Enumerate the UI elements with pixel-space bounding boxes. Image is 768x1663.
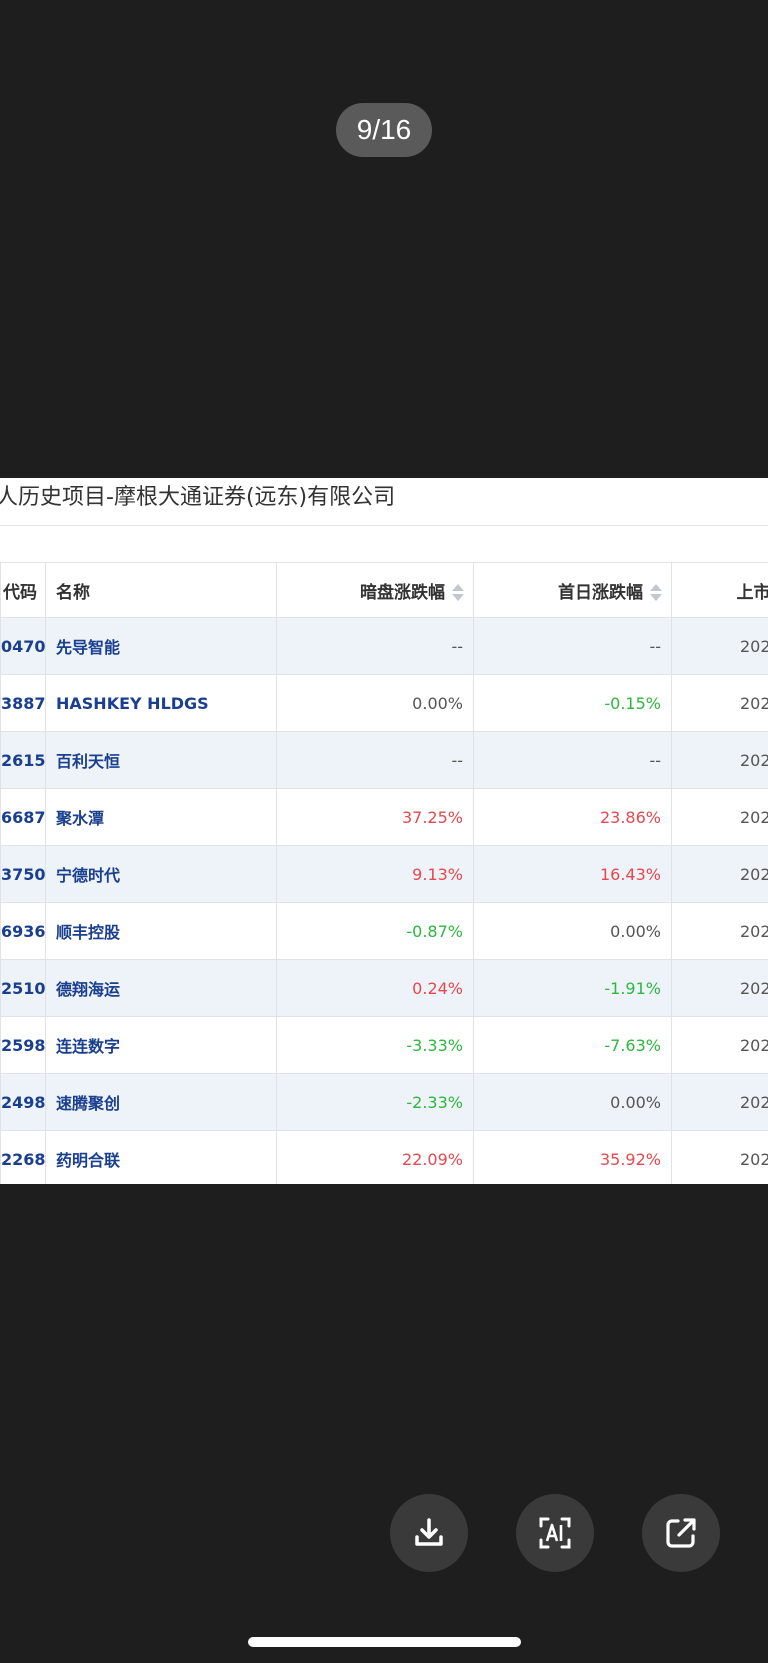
dark-pool-change: 0.24% [276, 959, 474, 1017]
first-day-change: 35.92% [473, 1130, 672, 1184]
table-row[interactable]: 2498 速腾聚创 -2.33% 0.00% 202 [0, 1073, 768, 1131]
table-row[interactable]: 6687 聚水潭 37.25% 23.86% 202 [0, 788, 768, 846]
dark-pool-change: 22.09% [276, 1130, 474, 1184]
table-row[interactable]: 2268 药明合联 22.09% 35.92% 202 [0, 1130, 768, 1184]
dark-pool-change: -3.33% [276, 1016, 474, 1074]
share-button[interactable] [642, 1494, 720, 1572]
ai-scan-icon [539, 1517, 571, 1549]
listing-date: 202 [671, 731, 768, 789]
stock-name[interactable]: 百利天恒 [45, 731, 277, 789]
first-day-change: 23.86% [473, 788, 672, 846]
column-header-first-day-change[interactable]: 首日涨跌幅 [473, 562, 672, 618]
listing-date: 202 [671, 617, 768, 675]
first-day-change: 0.00% [473, 1073, 672, 1131]
stock-code: 2598 [0, 1016, 46, 1074]
first-day-change: 0.00% [473, 902, 672, 960]
stock-code: 2510 [0, 959, 46, 1017]
dark-pool-change: 9.13% [276, 845, 474, 903]
first-day-change: -- [473, 617, 672, 675]
stock-name[interactable]: 速腾聚创 [45, 1073, 277, 1131]
stock-code: 6936 [0, 902, 46, 960]
column-header-dark-pool-change[interactable]: 暗盘涨跌幅 [276, 562, 474, 618]
stock-name[interactable]: 连连数字 [45, 1016, 277, 1074]
listing-date: 202 [671, 788, 768, 846]
stock-name[interactable]: 药明合联 [45, 1130, 277, 1184]
page-counter: 9/16 [336, 103, 432, 157]
table-title: 人历史项目-摩根大通证券(远东)有限公司 [0, 485, 396, 510]
ai-text-button[interactable] [516, 1494, 594, 1572]
table-row[interactable]: 2510 德翔海运 0.24% -1.91% 202 [0, 959, 768, 1017]
listing-date: 202 [671, 959, 768, 1017]
stock-name[interactable]: 顺丰控股 [45, 902, 277, 960]
stock-code: 3750 [0, 845, 46, 903]
first-day-change: -7.63% [473, 1016, 672, 1074]
sort-icon[interactable] [451, 583, 464, 603]
stock-name[interactable]: 聚水潭 [45, 788, 277, 846]
column-header-listing-date: 上市 [671, 562, 768, 618]
listing-date: 202 [671, 1130, 768, 1184]
column-header-label: 首日涨跌幅 [558, 582, 643, 603]
first-day-change: -- [473, 731, 672, 789]
column-header-label: 上市 [736, 582, 768, 603]
table-row[interactable]: 3887 HASHKEY HLDGS 0.00% -0.15% 202 [0, 674, 768, 732]
first-day-change: 16.43% [473, 845, 672, 903]
column-header-name: 名称 [45, 562, 277, 618]
stock-code: 3887 [0, 674, 46, 732]
stock-code: 6687 [0, 788, 46, 846]
table-body: 0470 先导智能 -- -- 202 3887 HASHKEY HLDGS 0.00% -0.… [0, 617, 768, 1184]
first-day-change: -1.91% [473, 959, 672, 1017]
dark-pool-change: 0.00% [276, 674, 474, 732]
column-header-code: 代码 [0, 562, 46, 618]
ipo-table: 代码 名称 暗盘涨跌幅 首日涨跌幅 上市 0470 先导智能 -- -- 202 3887… [0, 562, 768, 1184]
listing-date: 202 [671, 902, 768, 960]
stock-name[interactable]: 德翔海运 [45, 959, 277, 1017]
column-header-label: 代码 [3, 582, 37, 603]
stock-name[interactable]: HASHKEY HLDGS [45, 674, 277, 732]
image-viewer: 9/16 人历史项目-摩根大通证券(远东)有限公司 代码 名称 暗盘涨跌幅 首日… [0, 0, 768, 1663]
download-button[interactable] [390, 1494, 468, 1572]
dark-pool-change: -- [276, 731, 474, 789]
table-row[interactable]: 0470 先导智能 -- -- 202 [0, 617, 768, 675]
listing-date: 202 [671, 1073, 768, 1131]
table-row[interactable]: 3750 宁德时代 9.13% 16.43% 202 [0, 845, 768, 903]
table-row[interactable]: 2598 连连数字 -3.33% -7.63% 202 [0, 1016, 768, 1074]
divider [0, 525, 768, 526]
download-icon [415, 1518, 443, 1546]
image-frame[interactable]: 人历史项目-摩根大通证券(远东)有限公司 代码 名称 暗盘涨跌幅 首日涨跌幅 上… [0, 478, 768, 1184]
stock-name[interactable]: 先导智能 [45, 617, 277, 675]
stock-name[interactable]: 宁德时代 [45, 845, 277, 903]
column-header-label: 暗盘涨跌幅 [360, 582, 445, 603]
dark-pool-change: -2.33% [276, 1073, 474, 1131]
stock-code: 2498 [0, 1073, 46, 1131]
sort-icon[interactable] [649, 583, 662, 603]
dark-pool-change: -0.87% [276, 902, 474, 960]
table-row[interactable]: 6936 顺丰控股 -0.87% 0.00% 202 [0, 902, 768, 960]
table-header-row: 代码 名称 暗盘涨跌幅 首日涨跌幅 上市 [0, 562, 768, 618]
listing-date: 202 [671, 674, 768, 732]
listing-date: 202 [671, 845, 768, 903]
home-indicator[interactable] [248, 1637, 521, 1647]
table-row[interactable]: 2615 百利天恒 -- -- 202 [0, 731, 768, 789]
first-day-change: -0.15% [473, 674, 672, 732]
stock-code: 2268 [0, 1130, 46, 1184]
stock-code: 2615 [0, 731, 46, 789]
dark-pool-change: -- [276, 617, 474, 675]
listing-date: 202 [671, 1016, 768, 1074]
stock-code: 0470 [0, 617, 46, 675]
share-icon [666, 1518, 696, 1548]
column-header-label: 名称 [56, 582, 90, 603]
dark-pool-change: 37.25% [276, 788, 474, 846]
